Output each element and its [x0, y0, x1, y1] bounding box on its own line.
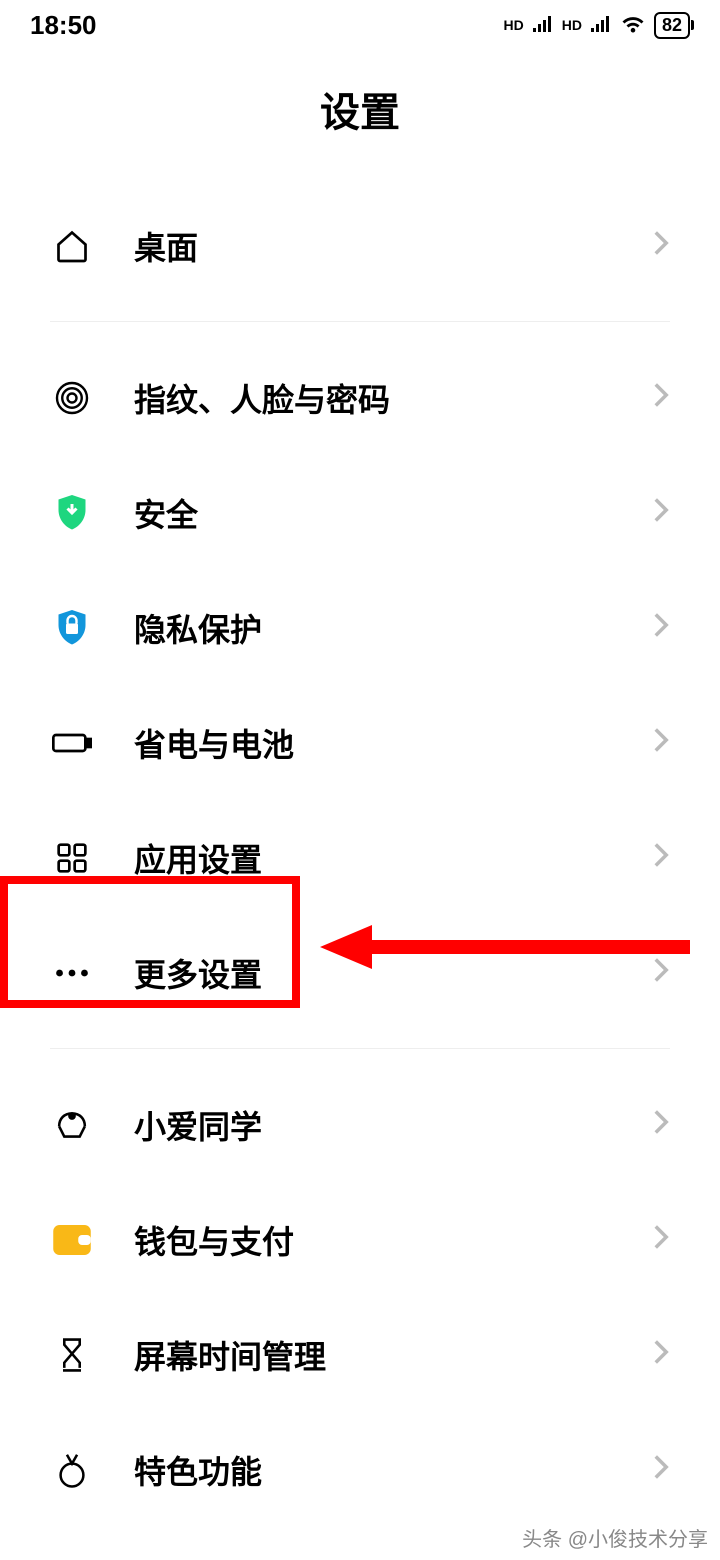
chevron-right-icon	[652, 1108, 670, 1141]
item-label: 安全	[134, 490, 652, 536]
item-label: 钱包与支付	[134, 1217, 652, 1263]
chevron-right-icon	[652, 1453, 670, 1486]
chevron-right-icon	[652, 381, 670, 414]
chevron-right-icon	[652, 496, 670, 529]
wallet-icon	[50, 1218, 94, 1262]
settings-item-battery[interactable]: 省电与电池	[50, 685, 670, 800]
fingerprint-icon	[50, 376, 94, 420]
settings-item-privacy[interactable]: 隐私保护	[50, 570, 670, 685]
settings-item-biometrics[interactable]: 指纹、人脸与密码	[50, 340, 670, 455]
status-indicators: HD HD 82	[504, 12, 691, 39]
chevron-right-icon	[652, 611, 670, 644]
chevron-right-icon	[652, 726, 670, 759]
battery-indicator: 82	[654, 12, 690, 39]
chevron-right-icon	[652, 1338, 670, 1371]
battery-icon	[50, 721, 94, 765]
item-label: 省电与电池	[134, 720, 652, 766]
divider	[50, 1048, 670, 1049]
signal-icon-1	[532, 16, 554, 34]
xiaoai-icon	[50, 1103, 94, 1147]
item-label: 更多设置	[134, 950, 652, 996]
settings-item-xiaoai[interactable]: 小爱同学	[50, 1067, 670, 1182]
dots-icon	[50, 951, 94, 995]
shield-icon	[50, 491, 94, 535]
settings-item-screentime[interactable]: 屏幕时间管理	[50, 1297, 670, 1412]
chevron-right-icon	[652, 229, 670, 262]
status-bar: 18:50 HD HD 82	[0, 0, 720, 50]
chevron-right-icon	[652, 1223, 670, 1256]
watermark: 头条 @小俊技术分享	[522, 1523, 708, 1552]
settings-item-desktop[interactable]: 桌面	[50, 188, 670, 303]
settings-item-features[interactable]: 特色功能	[50, 1412, 670, 1527]
settings-item-wallet[interactable]: 钱包与支付	[50, 1182, 670, 1297]
page-title: 设置	[0, 50, 720, 188]
item-label: 特色功能	[134, 1447, 652, 1493]
hd-indicator-2: HD	[562, 17, 582, 33]
home-icon	[50, 224, 94, 268]
item-label: 隐私保护	[134, 605, 652, 651]
drop-icon	[50, 1448, 94, 1492]
settings-list: 桌面 指纹、人脸与密码 安全 隐私保护	[0, 188, 720, 1527]
item-label: 指纹、人脸与密码	[134, 375, 652, 421]
divider	[50, 321, 670, 322]
hourglass-icon	[50, 1333, 94, 1377]
wifi-icon	[620, 15, 646, 35]
grid-icon	[50, 836, 94, 880]
item-label: 小爱同学	[134, 1102, 652, 1148]
signal-icon-2	[590, 16, 612, 34]
chevron-right-icon	[652, 841, 670, 874]
item-label: 屏幕时间管理	[134, 1332, 652, 1378]
chevron-right-icon	[652, 956, 670, 989]
settings-item-security[interactable]: 安全	[50, 455, 670, 570]
item-label: 应用设置	[134, 835, 652, 881]
settings-item-more[interactable]: 更多设置	[50, 915, 670, 1030]
privacy-shield-icon	[50, 606, 94, 650]
item-label: 桌面	[134, 223, 652, 269]
settings-item-apps[interactable]: 应用设置	[50, 800, 670, 915]
status-time: 18:50	[30, 10, 97, 41]
hd-indicator-1: HD	[504, 17, 524, 33]
